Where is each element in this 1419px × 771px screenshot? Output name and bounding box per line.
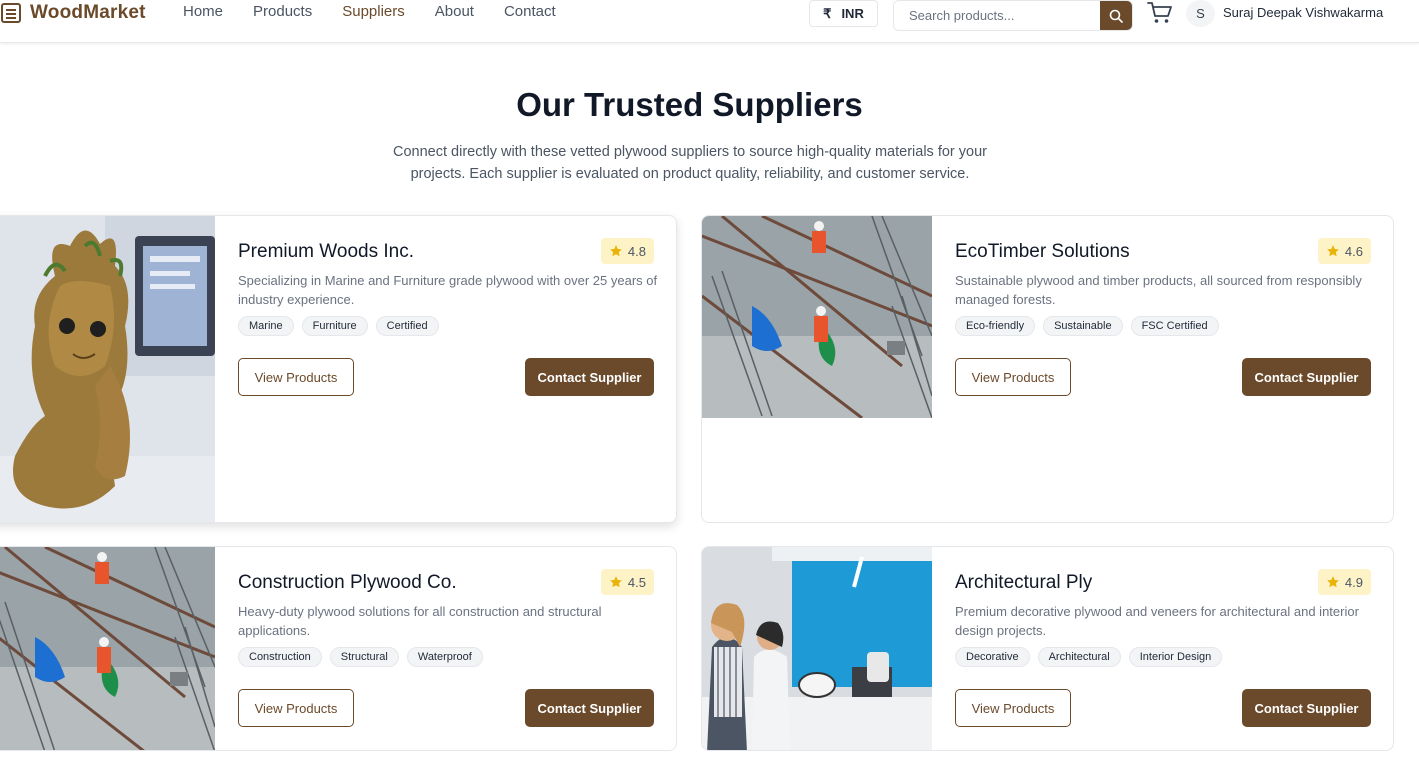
view-products-button[interactable]: View Products: [238, 689, 354, 727]
nav-link-products[interactable]: Products: [253, 3, 312, 20]
tag: Eco-friendly: [955, 316, 1036, 336]
nav-link-suppliers[interactable]: Suppliers: [342, 3, 405, 20]
warehouse-logo-icon: [1, 3, 21, 23]
supplier-description: Specializing in Marine and Furniture gra…: [238, 273, 658, 307]
search-input[interactable]: [894, 1, 1100, 30]
top-navigation-bar: WoodMarket Home Products Suppliers About…: [0, 0, 1419, 43]
page-subtitle: Connect directly with these vetted plywo…: [393, 144, 987, 182]
rating-value: 4.6: [1344, 243, 1363, 259]
rating-value: 4.8: [627, 243, 646, 259]
tag: Interior Design: [1128, 647, 1223, 667]
currency-code: INR: [841, 6, 864, 21]
contact-supplier-button[interactable]: Contact Supplier: [525, 689, 654, 727]
supplier-description: Premium decorative plywood and veneers f…: [955, 604, 1359, 638]
supplier-card: Premium Woods Inc. 4.8 Specializing in M…: [0, 215, 677, 523]
star-icon: [1327, 576, 1339, 588]
cart-icon[interactable]: [1147, 1, 1173, 25]
rating-value: 4.9: [1344, 574, 1363, 590]
contact-supplier-button[interactable]: Contact Supplier: [1242, 358, 1371, 396]
supplier-card: Construction Plywood Co. 4.5 Heavy-duty …: [0, 546, 677, 751]
star-icon: [1327, 245, 1339, 257]
tag: FSC Certified: [1130, 316, 1219, 336]
view-products-button[interactable]: View Products: [955, 689, 1071, 727]
rating-badge: 4.5: [600, 569, 654, 595]
tag: Structural: [329, 647, 399, 667]
tag-list: Construction Structural Waterproof: [238, 647, 483, 667]
view-products-button[interactable]: View Products: [955, 358, 1071, 396]
supplier-name: EcoTimber Solutions: [955, 241, 1130, 262]
supplier-name: Premium Woods Inc.: [238, 241, 414, 262]
rating-badge: 4.8: [600, 238, 654, 264]
supplier-card: EcoTimber Solutions 4.6 Sustainable plyw…: [701, 215, 1394, 523]
supplier-card: Architectural Ply 4.9 Premium decorative…: [701, 546, 1394, 751]
rating-value: 4.5: [627, 574, 646, 590]
supplier-name: Construction Plywood Co.: [238, 572, 457, 593]
construction-site-photo: [0, 547, 215, 750]
tag: Waterproof: [406, 647, 483, 667]
rupee-icon: ₹: [823, 5, 832, 21]
tag-list: Decorative Architectural Interior Design: [955, 647, 1223, 667]
tag: Sustainable: [1043, 316, 1123, 336]
avatar[interactable]: S: [1186, 0, 1215, 27]
page-title: Our Trusted Suppliers: [516, 86, 863, 123]
tag: Certified: [375, 316, 439, 336]
wooden-figurine-photo: [0, 216, 215, 522]
rating-badge: 4.9: [1317, 569, 1371, 595]
tag: Decorative: [955, 647, 1030, 667]
currency-selector[interactable]: ₹ INR: [809, 0, 878, 27]
nav-link-home[interactable]: Home: [183, 3, 223, 20]
brand[interactable]: WoodMarket: [0, 1, 146, 25]
tag: Marine: [238, 316, 294, 336]
user-name[interactable]: Suraj Deepak Vishwakarma: [1223, 5, 1383, 20]
view-products-button[interactable]: View Products: [238, 358, 354, 396]
brand-name: WoodMarket: [30, 2, 146, 23]
tag: Architectural: [1037, 647, 1121, 667]
tag: Construction: [238, 647, 322, 667]
rating-badge: 4.6: [1317, 238, 1371, 264]
supplier-name: Architectural Ply: [955, 572, 1093, 593]
lab-people-photo: [702, 547, 932, 750]
nav-link-about[interactable]: About: [435, 3, 474, 20]
construction-site-photo: [702, 216, 932, 418]
tag: Furniture: [301, 316, 368, 336]
star-icon: [610, 576, 622, 588]
main-nav: Home Products Suppliers About Contact: [183, 3, 556, 20]
search-bar: [893, 0, 1133, 31]
search-button[interactable]: [1100, 1, 1132, 30]
search-icon: [1109, 9, 1123, 23]
supplier-description: Sustainable plywood and timber products,…: [955, 273, 1362, 307]
contact-supplier-button[interactable]: Contact Supplier: [525, 358, 654, 396]
tag-list: Marine Furniture Certified: [238, 316, 439, 336]
tag-list: Eco-friendly Sustainable FSC Certified: [955, 316, 1219, 336]
contact-supplier-button[interactable]: Contact Supplier: [1242, 689, 1371, 727]
nav-link-contact[interactable]: Contact: [504, 3, 556, 20]
supplier-description: Heavy-duty plywood solutions for all con…: [238, 604, 602, 638]
star-icon: [610, 245, 622, 257]
